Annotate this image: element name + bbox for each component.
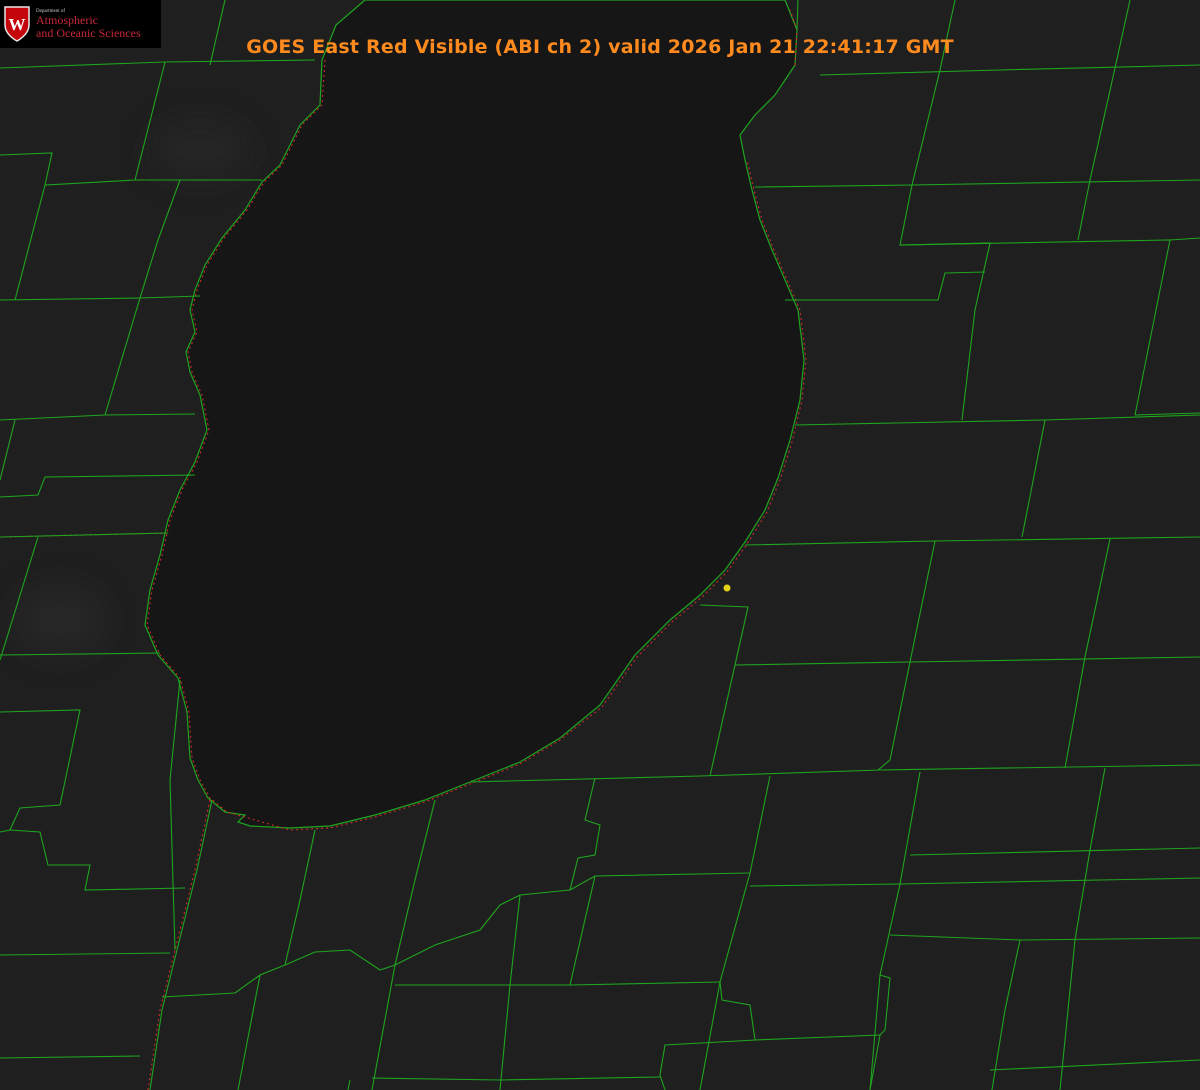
image-title: GOES East Red Visible (ABI ch 2) valid 2… <box>246 36 954 58</box>
logo-shield-letter: W <box>9 15 26 34</box>
satellite-image: W Department of Atmospheric and Oceanic … <box>0 0 1200 1090</box>
logo-line1: Atmospheric <box>36 13 98 28</box>
station-dot-icon <box>723 584 731 592</box>
map-canvas <box>0 0 1200 1090</box>
logo-text: Department of Atmospheric and Oceanic Sc… <box>36 9 141 39</box>
